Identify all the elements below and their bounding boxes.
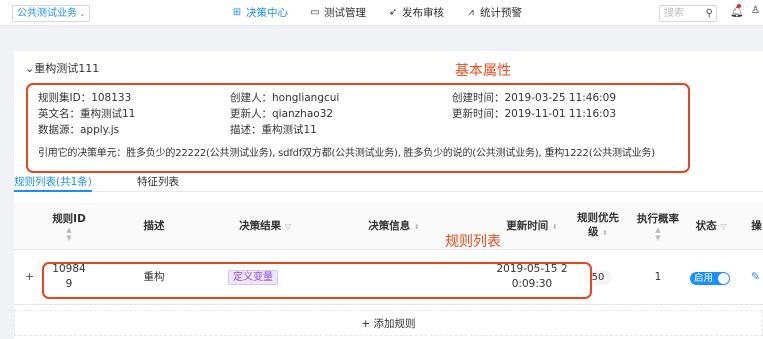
col-decision-info[interactable]: 决策信息 ⬍ (354, 219, 434, 234)
prop-value: apply.js (80, 124, 120, 136)
prop-label: 创建时间： (452, 92, 505, 104)
edit-icon[interactable]: ✎ (751, 270, 760, 283)
prop-label: 更新人： (230, 108, 272, 120)
search-input[interactable]: 搜索 ⚲ (659, 5, 717, 22)
annotation-rule-list: 规则列表 (445, 234, 501, 250)
business-select-value: 公共测试业务 (17, 8, 77, 19)
nav-label: 决策中心 (246, 7, 288, 19)
col-label: 更新时间 (506, 220, 549, 232)
collapse-arrow-icon: ⌄ (25, 62, 35, 75)
tab-feature-list[interactable]: 特征列表 (137, 174, 179, 192)
col-label: 决策结果 (239, 220, 282, 232)
toggle-label: 启用 (694, 273, 714, 284)
monitor-icon: ▭ (310, 7, 320, 18)
col-label: 决策信息 (368, 220, 411, 232)
expand-row-icon[interactable]: + (25, 270, 34, 283)
prop-value: 重构测试11 (80, 108, 136, 120)
sort-icon[interactable]: ⬍ (552, 223, 558, 231)
chart-icon: ⩘ (468, 7, 474, 18)
rocket-icon: ➶ (388, 7, 398, 18)
sort-icon[interactable]: ⬍ (602, 229, 608, 237)
prop-value: qianzhao32 (272, 108, 334, 120)
ruleset-detail-panel: ⌄重构测试111 基本属性 规则集ID：108133 创建人：hongliang… (14, 51, 763, 339)
search-placeholder: 搜索 (664, 8, 684, 19)
prop-label: 英文名： (38, 108, 80, 120)
prop-value: 胜多负少的22222(公共测试业务), sdfdf双方都(公共测试业务), 胜多… (126, 148, 655, 159)
prop-value: 重构测试11 (261, 124, 317, 136)
nav-label: 发布审核 (402, 7, 444, 19)
toggle-knob (718, 273, 729, 284)
prop-description: 描述：重构测试11 (230, 122, 317, 137)
ruleset-title-text: 重构测试111 (34, 62, 100, 75)
col-updated-time[interactable]: 更新时间 ⬍ (492, 219, 572, 234)
prop-created-time: 创建时间：2019-03-25 11:46:09 (452, 90, 616, 105)
status-toggle[interactable]: 启用 (690, 272, 730, 285)
prop-label: 描述： (230, 124, 262, 136)
nav-label: 测试管理 (324, 7, 366, 19)
rule-table-header: 规则ID ▲ ▼ 描述 决策结果 ▽ 决策信息 ⬍ 更新时间 ⬍ 规则优先级 ⬍ 执… (14, 202, 763, 250)
col-exec-rate[interactable]: 执行概率 ▲ ▼ (628, 212, 688, 242)
chevron-down-icon: ⌄ (79, 9, 86, 18)
grid-icon: ⊞ (232, 7, 242, 18)
prop-label: 数据源： (38, 124, 80, 136)
nav-statistics-alert[interactable]: ⩘ 统计预警 (466, 0, 522, 26)
col-rule-id[interactable]: 规则ID ▲ ▼ (44, 212, 94, 242)
col-status[interactable]: 状态 ▽ (686, 219, 736, 234)
top-nav-bar: 公共测试业务 ⌄ ⊞ 决策中心 ▭ 测试管理 ➶ 发布审核 ⩘ 统计预警 搜索 ⚲… (0, 0, 763, 26)
prop-value: 2019-11-01 11:16:03 (504, 108, 617, 120)
search-icon[interactable]: ⚲ (706, 6, 713, 21)
col-label: 执行概率 (637, 213, 679, 225)
main-nav: ⊞ 决策中心 ▭ 测试管理 ➶ 发布审核 ⩘ 统计预警 (232, 0, 544, 26)
tab-rule-list[interactable]: 规则列表(共1条) (14, 174, 92, 192)
ruleset-title[interactable]: ⌄重构测试111 (25, 60, 99, 76)
prop-value: 108133 (91, 92, 132, 104)
col-description: 描述 (143, 220, 165, 232)
prop-value: 2019-03-25 11:46:09 (504, 92, 617, 104)
col-label: 规则优先 (577, 212, 619, 224)
prop-label: 规则集ID： (38, 92, 92, 104)
add-rule-button[interactable]: + 添加规则 (14, 310, 763, 336)
nav-publish-review[interactable]: ➶ 发布审核 (388, 0, 444, 26)
prop-english-name: 英文名：重构测试11 (38, 106, 135, 121)
prop-label: 创建人： (230, 92, 272, 104)
col-label: 级 (587, 226, 599, 238)
prop-updated-time: 更新时间：2019-11-01 11:16:03 (452, 106, 616, 121)
rule-list-highlight (42, 262, 592, 299)
prop-referenced-units: 引用它的决策单元：胜多负少的22222(公共测试业务), sdfdf双方都(公共… (38, 144, 655, 159)
col-label: 状态 (695, 220, 717, 232)
prop-value: hongliangcui (272, 92, 340, 104)
col-label: 规则ID (52, 213, 86, 225)
nav-test-management[interactable]: ▭ 测试管理 (310, 0, 366, 26)
col-operation: 操 (751, 220, 762, 232)
cell-exec-rate: 1 (654, 271, 662, 283)
bell-icon[interactable]: 🔔︎ (730, 4, 744, 18)
business-select[interactable]: 公共测试业务 ⌄ (12, 5, 90, 22)
annotation-basic-props: 基本属性 (455, 63, 511, 79)
prop-data-source: 数据源：apply.js (38, 122, 119, 137)
col-decision-result[interactable]: 决策结果 ▽ (225, 219, 305, 234)
sort-icon[interactable]: ▲ ▼ (628, 226, 688, 242)
filter-icon[interactable]: ▽ (720, 222, 726, 231)
sort-icon[interactable]: ⬍ (414, 223, 420, 231)
filter-icon[interactable]: ▽ (285, 222, 291, 231)
detail-tabs: 规则列表(共1条) 特征列表 (14, 172, 763, 192)
user-icon[interactable]: ♙ (751, 5, 760, 16)
nav-label: 统计预警 (480, 7, 522, 19)
prop-label: 引用它的决策单元： (38, 148, 127, 159)
prop-ruleset-id: 规则集ID：108133 (38, 90, 131, 105)
prop-label: 更新时间： (452, 108, 505, 120)
notification-dot (737, 4, 741, 8)
sort-icon[interactable]: ▲ ▼ (44, 226, 94, 242)
prop-creator: 创建人：hongliangcui (230, 90, 339, 105)
prop-updater: 更新人：qianzhao32 (230, 106, 333, 121)
col-priority[interactable]: 规则优先级 ⬍ (572, 211, 624, 240)
nav-decision-center[interactable]: ⊞ 决策中心 (232, 0, 288, 26)
